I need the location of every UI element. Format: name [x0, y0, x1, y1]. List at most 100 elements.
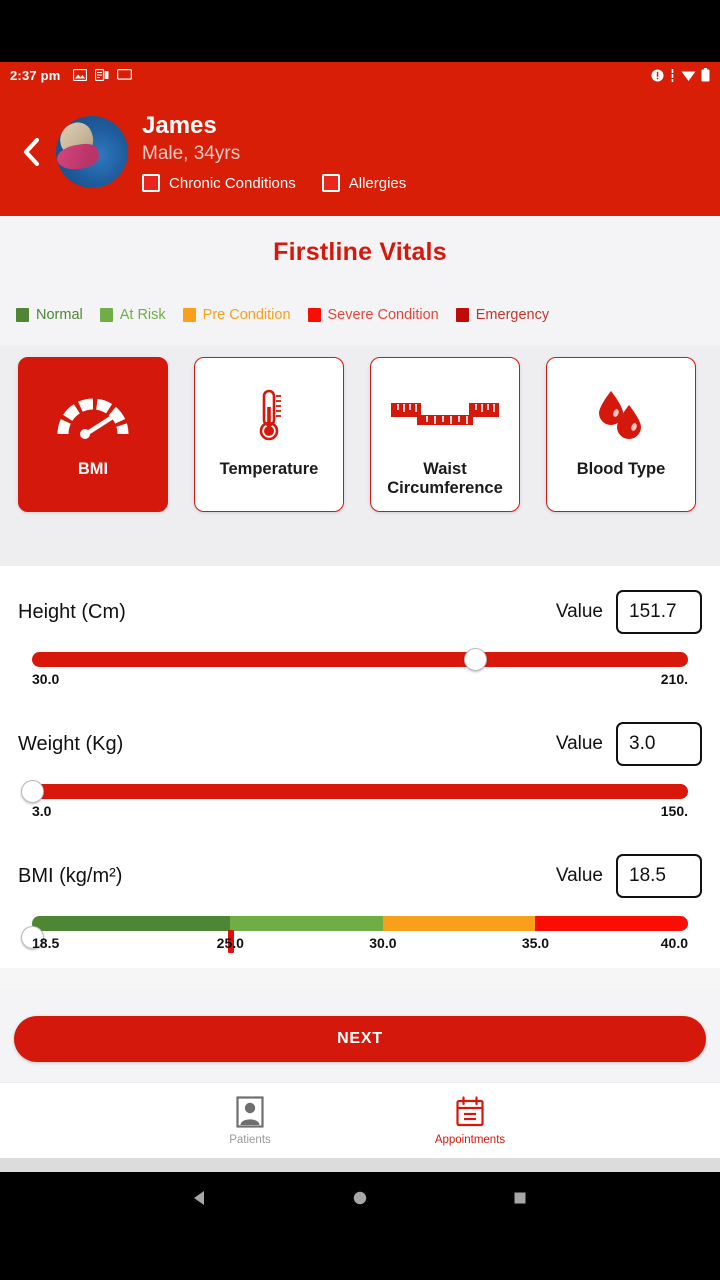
android-home-button[interactable]: [351, 1189, 369, 1207]
blood-drop-icon: [591, 384, 651, 446]
value-input-height[interactable]: 151.7: [616, 590, 702, 634]
flag-chronic-conditions[interactable]: Chronic Conditions: [142, 174, 296, 193]
slider-scale-bmi: 18.5 25.0 30.0 35.0 40.0: [32, 935, 688, 955]
vital-card-label-waist-circumference: Waist Circumference: [387, 460, 503, 497]
device-screen: 2:37 pm James Male, 34yrs Chronic Condit…: [0, 0, 720, 1280]
nav-label-patients: Patients: [229, 1133, 271, 1146]
back-triangle-icon: [194, 1191, 204, 1205]
value-word-weight: Value: [555, 733, 603, 754]
status-bar-left-icons: [72, 69, 132, 81]
slider-label-weight: Weight (Kg): [18, 732, 124, 755]
back-chevron-icon: [23, 137, 40, 167]
legend-swatch-normal: [16, 308, 29, 322]
legend-item-normal: Normal: [16, 307, 83, 323]
value-group-weight: Value 3.0: [556, 722, 702, 766]
signal-icon: [671, 68, 674, 82]
home-circle-icon: [353, 1191, 367, 1205]
legend-item-pre-condition: Pre Condition: [182, 307, 291, 323]
slider-track-bmi[interactable]: [32, 916, 688, 931]
slider-label-height: Height (Cm): [18, 600, 126, 623]
nav-label-appointments: Appointments: [434, 1133, 506, 1146]
patient-name: James: [142, 111, 217, 139]
bmi-zone-normal: [32, 916, 231, 931]
thermometer-icon: [247, 384, 291, 446]
patient-meta: Male, 34yrs: [142, 143, 241, 165]
legend-swatch-pre-condition: [182, 308, 196, 322]
tape-measure-icon: [389, 384, 501, 446]
chronic-conditions-label: Chronic Conditions: [169, 174, 296, 192]
value-word-height: Value: [555, 601, 603, 622]
legend-label-at-risk: At Risk: [119, 307, 166, 323]
slider-row-bmi: BMI (kg/m²) Value 18.5 18.5 25.0 30.0 35…: [0, 836, 720, 968]
allergies-label: Allergies: [348, 174, 407, 192]
legend-label-normal: Normal: [36, 307, 83, 323]
status-bar-right-icons: [651, 68, 710, 82]
severity-legend: Normal At Risk Pre Condition Severe Cond…: [0, 271, 720, 345]
document-icon: [94, 69, 109, 81]
status-bar-time: 2:37 pm: [10, 67, 61, 83]
person-photo-icon: [236, 1095, 264, 1128]
slider-label-bmi: BMI (kg/m²): [18, 864, 123, 887]
page-title-wrap: Firstline Vitals: [0, 216, 720, 271]
gauge-icon: [56, 384, 130, 446]
vital-card-waist-circumference[interactable]: Waist Circumference: [370, 357, 520, 512]
vital-card-label-bmi: BMI: [77, 460, 109, 478]
value-input-weight[interactable]: 3.0: [616, 722, 702, 766]
flag-allergies[interactable]: Allergies: [321, 174, 407, 193]
alarm-warning-icon: [651, 69, 664, 81]
bmi-zone-severe: [535, 916, 688, 931]
back-button[interactable]: [10, 130, 54, 174]
android-recents-button[interactable]: [511, 1189, 529, 1207]
nav-gap-strip: [0, 1158, 720, 1172]
section-divider-band: [0, 534, 720, 566]
legend-swatch-emergency: [455, 308, 469, 322]
vital-card-bmi[interactable]: BMI: [18, 357, 168, 512]
slider-thumb-weight[interactable]: [20, 780, 44, 803]
bmi-zone-at-risk: [230, 916, 383, 931]
value-input-bmi[interactable]: 18.5: [616, 854, 702, 898]
measurement-sliders: Height (Cm) Value 151.7 30.0 210. Weight…: [0, 566, 720, 968]
bmi-scale-18-5: 18.5: [32, 935, 60, 951]
next-button-zone: NEXT: [0, 990, 720, 1082]
top-black-bar: [0, 0, 720, 62]
vital-card-blood-type[interactable]: Blood Type: [546, 357, 696, 512]
vitals-card-row: BMI Temperature Waist Circumference Bloo…: [0, 357, 720, 512]
slider-track-area-weight[interactable]: 3.0 150.: [18, 780, 702, 830]
page-title: Firstline Vitals: [273, 238, 447, 266]
recents-square-icon: [514, 1192, 526, 1204]
value-group-height: Value 151.7: [556, 590, 702, 634]
legend-label-emergency: Emergency: [475, 307, 550, 323]
bmi-scale-25-0: 25.0: [216, 935, 244, 951]
slider-thumb-height[interactable]: [463, 648, 487, 671]
slider-track-area-bmi[interactable]: 18.5 25.0 30.0 35.0 40.0: [18, 916, 702, 962]
slider-head-height: Height (Cm) Value 151.7: [18, 590, 702, 634]
vital-card-temperature[interactable]: Temperature: [194, 357, 344, 512]
nav-item-appointments[interactable]: Appointments: [415, 1095, 525, 1146]
slider-head-weight: Weight (Kg) Value 3.0: [18, 722, 702, 766]
slider-min-label-height: 30.0: [32, 671, 60, 687]
legend-swatch-severe-condition: [307, 308, 321, 322]
bmi-scale-30-0: 30.0: [369, 935, 397, 951]
value-word-bmi: Value: [555, 865, 603, 886]
vitals-card-scroller[interactable]: BMI Temperature Waist Circumference Bloo…: [0, 345, 720, 534]
battery-icon: [701, 68, 710, 82]
value-group-bmi: Value 18.5: [556, 854, 702, 898]
slider-track-weight[interactable]: [20, 780, 688, 803]
bmi-zone-pre-condition: [382, 916, 536, 931]
slider-track-height[interactable]: [32, 648, 688, 671]
lower-divider-band: [0, 968, 720, 990]
slider-max-label-weight: 150.: [660, 803, 688, 819]
slider-row-height: Height (Cm) Value 151.7 30.0 210.: [0, 572, 720, 704]
legend-label-severe-condition: Severe Condition: [327, 307, 439, 323]
allergies-checkbox[interactable]: [321, 174, 340, 193]
android-back-button[interactable]: [191, 1189, 209, 1207]
next-button[interactable]: NEXT: [14, 1016, 706, 1062]
calendar-icon: [456, 1095, 484, 1126]
slider-track-area-height[interactable]: 30.0 210.: [18, 648, 702, 698]
legend-label-pre-condition: Pre Condition: [202, 307, 291, 323]
chronic-conditions-checkbox[interactable]: [142, 174, 160, 193]
vital-card-label-blood-type: Blood Type: [576, 460, 666, 478]
nav-item-patients[interactable]: Patients: [195, 1095, 305, 1146]
bmi-scale-35-0: 35.0: [521, 935, 550, 951]
patient-avatar[interactable]: [56, 116, 128, 188]
